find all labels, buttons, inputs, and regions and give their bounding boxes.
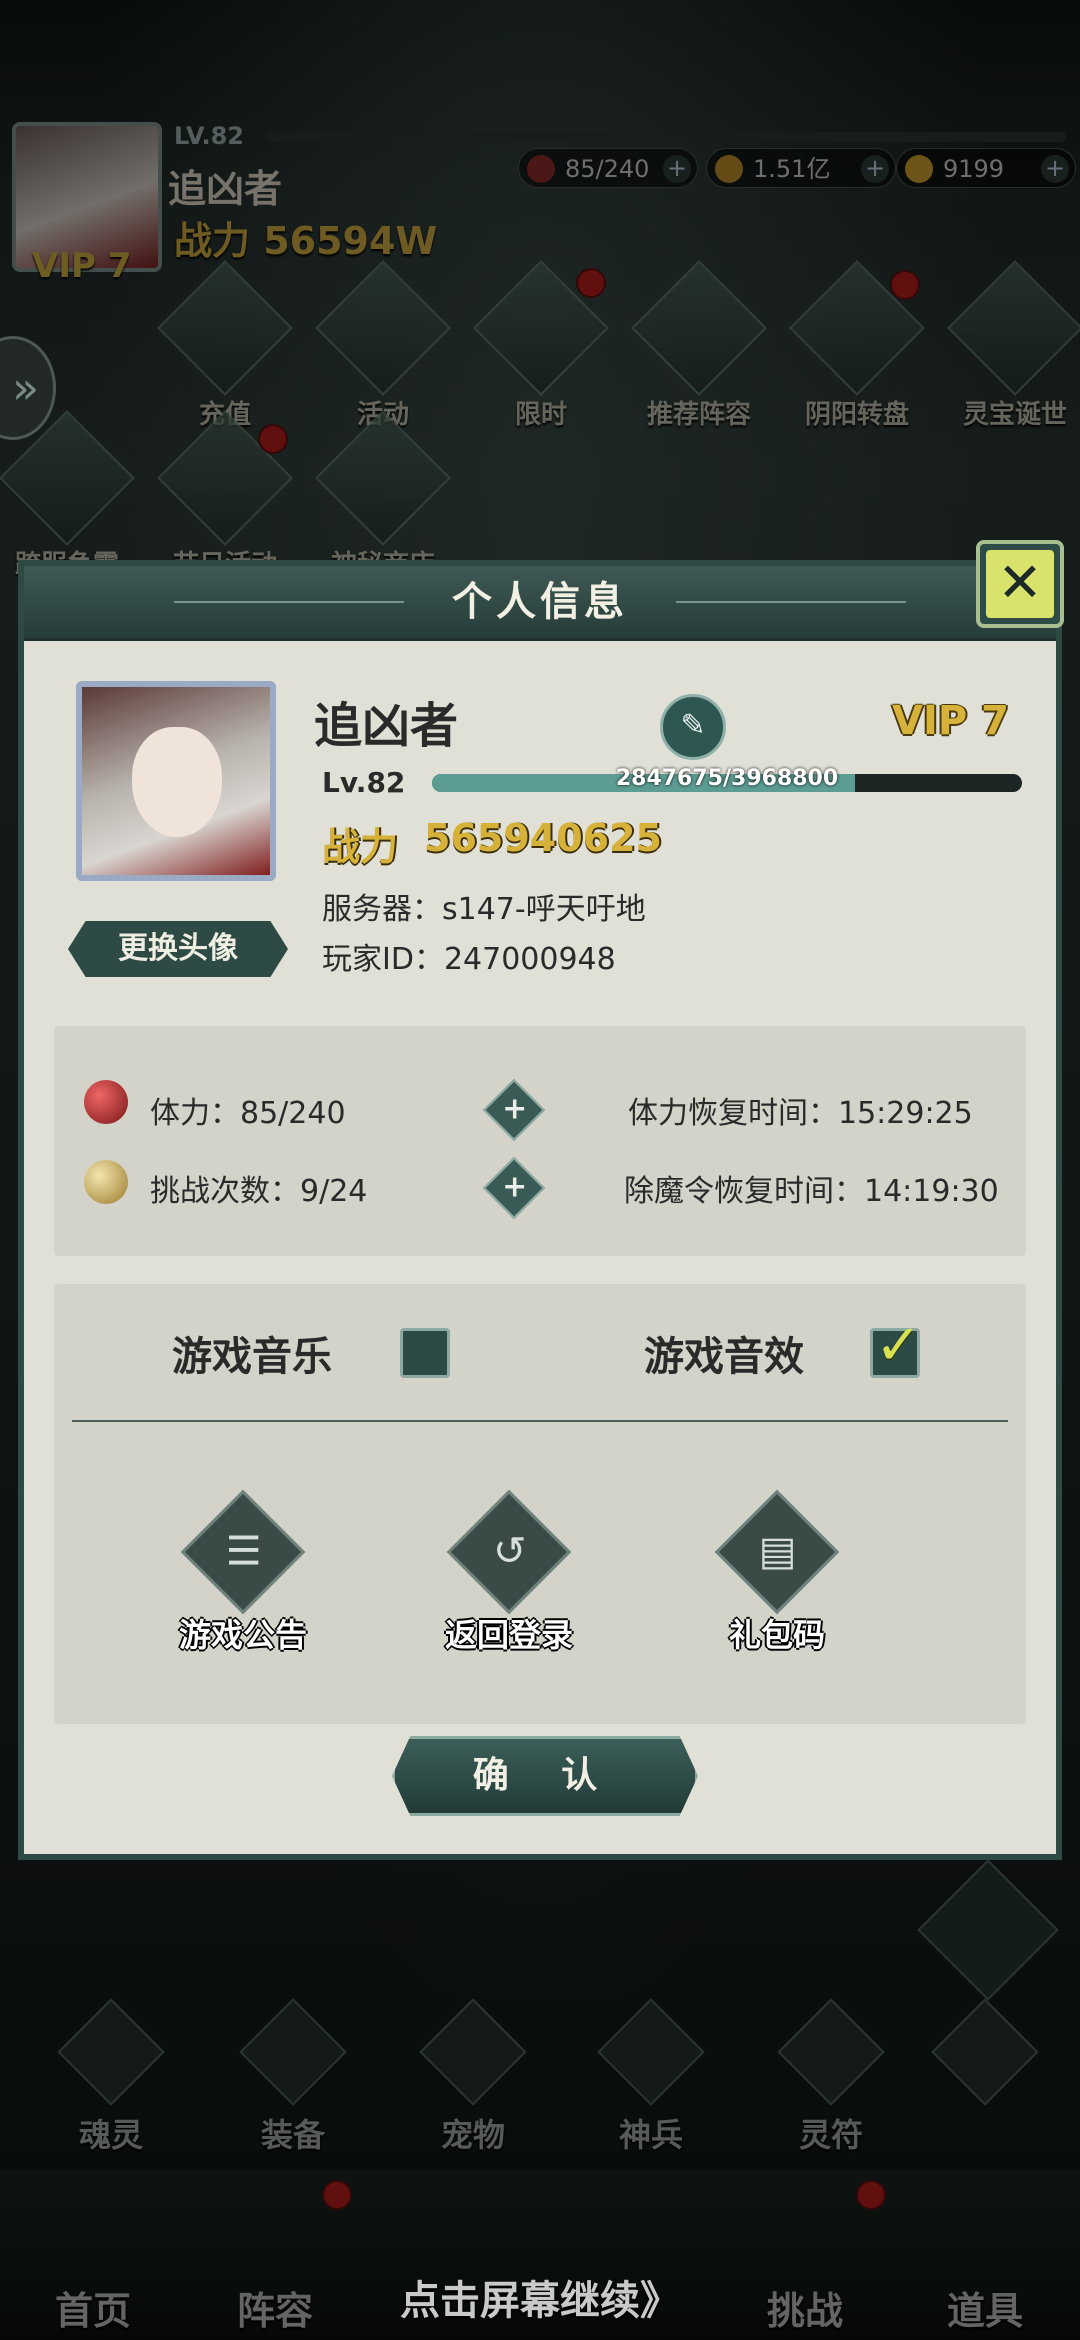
- profile-level: Lv.82: [322, 766, 406, 799]
- stamina-recover-time: 体力恢复时间：15:29:25: [628, 1096, 973, 1131]
- sfx-label: 游戏音效: [644, 1334, 804, 1380]
- profile-name: 追凶者: [314, 698, 459, 754]
- challenge-token-icon: [84, 1160, 128, 1204]
- game-notice-button[interactable]: ☰ 游戏公告: [168, 1489, 318, 1660]
- dialog-title: 个人信息: [452, 579, 628, 625]
- plus-icon: +: [502, 1169, 528, 1205]
- profile-portrait: [76, 681, 276, 881]
- portrait-face: [132, 727, 222, 837]
- plus-icon: +: [502, 1091, 528, 1127]
- gift-code-button[interactable]: ▤ 礼包码: [702, 1489, 852, 1660]
- power-value: 565940625: [424, 816, 662, 860]
- stamina-text: 体力：85/240: [150, 1096, 346, 1131]
- notice-icon: ☰: [180, 1489, 306, 1615]
- sfx-checkbox[interactable]: ✓: [870, 1313, 922, 1378]
- confirm-button[interactable]: 确 认: [392, 1736, 698, 1816]
- close-button[interactable]: ✕: [976, 540, 1064, 628]
- stamina-orb-icon: [84, 1080, 128, 1124]
- stats-panel: 体力：85/240 + 体力恢复时间：15:29:25 挑战次数：9/24 + …: [54, 1026, 1026, 1256]
- challenge-count-text: 挑战次数：9/24: [150, 1174, 368, 1209]
- pencil-icon: ✎: [680, 708, 706, 743]
- music-checkbox[interactable]: [400, 1328, 450, 1378]
- personal-info-dialog: 个人信息 更换头像 追凶者 ✎ VIP 7 Lv.82 2847675/3968…: [18, 560, 1062, 1860]
- close-icon: ✕: [986, 550, 1054, 618]
- tap-to-continue[interactable]: 点击屏幕继续》: [0, 2268, 1080, 2326]
- return-login-button[interactable]: ↺ 返回登录: [434, 1489, 584, 1660]
- music-label: 游戏音乐: [172, 1334, 332, 1380]
- add-stamina-button[interactable]: +: [482, 1078, 546, 1142]
- edit-name-button[interactable]: ✎: [660, 694, 726, 760]
- return-icon: ↺: [446, 1489, 572, 1615]
- settings-divider: [72, 1420, 1008, 1422]
- player-id: 玩家ID：247000948: [322, 942, 616, 977]
- checkmark-icon: ✓: [875, 1313, 922, 1378]
- change-avatar-button[interactable]: 更换头像: [68, 921, 288, 977]
- add-challenge-button[interactable]: +: [482, 1156, 546, 1220]
- demon-recover-time: 除魔令恢复时间：14:19:30: [624, 1174, 999, 1209]
- profile-vip: VIP 7: [892, 698, 1009, 744]
- giftcode-icon: ▤: [714, 1489, 840, 1615]
- power-label: 战力: [322, 825, 399, 869]
- server-info: 服务器：s147-呼天吁地: [322, 892, 646, 927]
- exp-progress-text: 2847675/3968800: [615, 766, 839, 791]
- dialog-header: 个人信息: [24, 566, 1056, 641]
- settings-panel: 游戏音乐 游戏音效 ✓ ☰ 游戏公告 ↺ 返回登录 ▤ 礼包码: [54, 1284, 1026, 1724]
